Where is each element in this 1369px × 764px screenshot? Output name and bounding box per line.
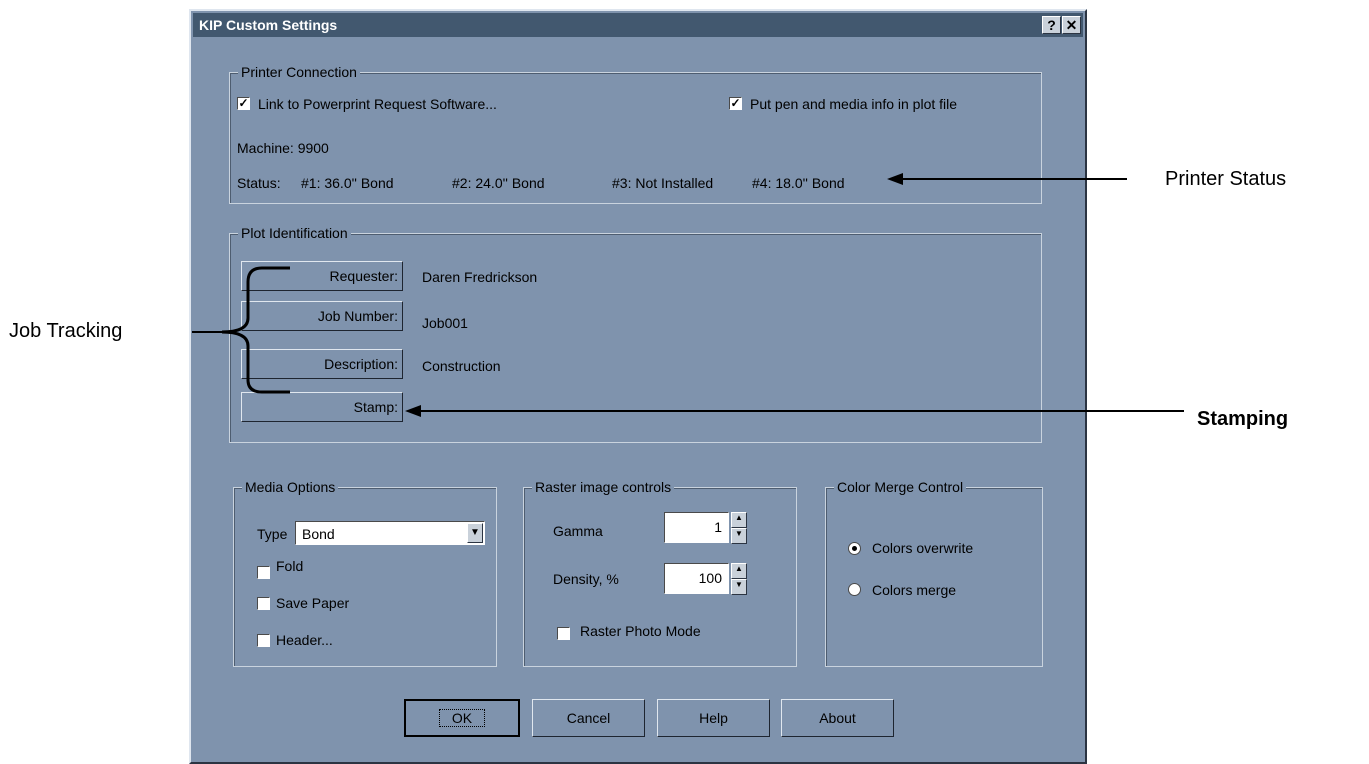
annotation-overlay xyxy=(192,173,1184,417)
stamping-arrowhead xyxy=(405,405,421,417)
job-tracking-brace xyxy=(221,266,290,394)
printer-status-arrowhead xyxy=(887,173,903,185)
